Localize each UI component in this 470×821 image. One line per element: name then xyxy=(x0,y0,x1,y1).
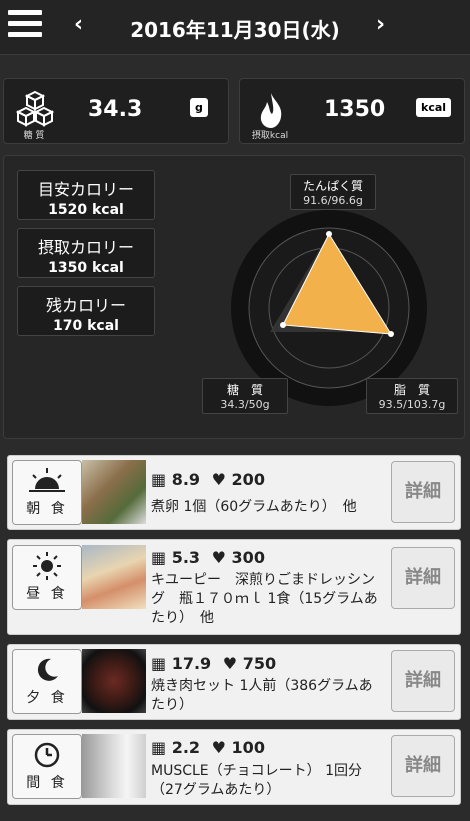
cube-stack-icon: ▦ xyxy=(151,548,167,567)
dinner-photo xyxy=(82,649,146,713)
meal-row-dinner: 夕 食 ▦ 17.9 ♥ 750 焼き肉セット 1人前（386グラムあたり） 詳… xyxy=(7,644,461,720)
lunch-button[interactable]: 昼 食 xyxy=(12,545,82,610)
chevron-right-icon[interactable]: › xyxy=(376,12,385,37)
date-title: 2016年11月30日(水) xyxy=(130,18,340,42)
carb-summary: 糖 質 34.3 g xyxy=(3,78,229,144)
lunch-detail-button[interactable]: 詳細 xyxy=(391,547,455,609)
target-calorie-value: 1520 kcal xyxy=(48,202,124,218)
sunrise-icon xyxy=(29,468,65,492)
lunch-kcal: 300 xyxy=(231,548,265,567)
chevron-left-icon[interactable]: ‹ xyxy=(74,12,83,37)
intake-summary: 摂取kcal 1350 kcal xyxy=(239,78,465,144)
dinner-kcal: 750 xyxy=(242,654,277,673)
snack-stats: ▦ 2.2 ♥ 100 xyxy=(151,737,265,757)
lunch-carb: 5.3 xyxy=(171,548,201,567)
breakfast-carb: 8.9 xyxy=(171,470,201,489)
intake-unit: kcal xyxy=(416,98,452,117)
carb-radar-label: 糖 質 xyxy=(226,383,263,397)
snack-kcal: 100 xyxy=(231,738,265,757)
remaining-calorie-value: 170 kcal xyxy=(53,318,119,334)
snack-button[interactable]: 間 食 xyxy=(12,734,82,799)
lunch-label: 昼 食 xyxy=(26,586,68,602)
intake-value: 1350 xyxy=(324,97,386,122)
intake-calorie-label: 摂取カロリー xyxy=(37,238,134,257)
fat-label: 脂 質 xyxy=(393,383,430,397)
dinner-button[interactable]: 夕 食 xyxy=(12,649,82,714)
remaining-calorie-card: 残カロリー 170 kcal xyxy=(17,286,155,336)
intake-label: 摂取kcal xyxy=(251,131,289,141)
protein-label-box: たんぱく質 91.6/96.6g xyxy=(290,174,376,210)
intake-calorie-value: 1350 kcal xyxy=(48,260,124,276)
snack-carb: 2.2 xyxy=(171,738,201,757)
carb-radar-label-box: 糖 質 34.3/50g xyxy=(202,378,288,414)
snack-detail-button[interactable]: 詳細 xyxy=(391,735,455,797)
dinner-stats: ▦ 17.9 ♥ 750 xyxy=(151,653,276,673)
fat-value: 93.5/103.7g xyxy=(378,398,446,411)
lunch-photo xyxy=(82,545,146,609)
breakfast-label: 朝 食 xyxy=(26,501,68,517)
meal-row-snack: 間 食 ▦ 2.2 ♥ 100 MUSCLE（チョコレート） 1回分（27グラム… xyxy=(7,729,461,805)
snack-label: 間 食 xyxy=(26,775,68,791)
flame-icon: ♥ xyxy=(222,654,238,673)
radar-protein-point xyxy=(326,231,332,237)
remaining-calorie-label: 残カロリー xyxy=(45,296,126,315)
snack-photo xyxy=(82,734,146,798)
dinner-carb: 17.9 xyxy=(171,654,212,673)
moon-icon xyxy=(37,658,58,681)
target-calorie-label: 目安カロリー xyxy=(37,180,134,199)
breakfast-stats: ▦ 8.9 ♥ 200 xyxy=(151,469,265,489)
radar-fat-point xyxy=(388,331,394,337)
nutrition-panel: 目安カロリー 1520 kcal 摂取カロリー 1350 kcal 残カロリー … xyxy=(3,155,465,439)
meal-row-lunch: 昼 食 ▦ 5.3 ♥ 300 キユーピー 深煎りごまドレッシング 瓶１７０ｍｌ… xyxy=(7,539,461,635)
breakfast-photo xyxy=(82,460,146,524)
dinner-label: 夕 食 xyxy=(26,690,68,706)
flame-icon: ♥ xyxy=(211,548,226,567)
breakfast-desc: 煮卵 1個（60グラムあたり） 他 xyxy=(151,499,357,515)
lunch-stats: ▦ 5.3 ♥ 300 xyxy=(151,547,265,567)
meal-row-breakfast: 朝 食 ▦ 8.9 ♥ 200 煮卵 1個（60グラムあたり） 他 詳細 xyxy=(7,455,461,530)
cube-stack-icon: ▦ xyxy=(151,738,167,757)
intake-calorie-card: 摂取カロリー 1350 kcal xyxy=(17,228,155,278)
sun-icon xyxy=(33,552,61,580)
fat-label-box: 脂 質 93.5/103.7g xyxy=(366,378,458,414)
breakfast-button[interactable]: 朝 食 xyxy=(12,460,82,525)
carb-radar-value: 34.3/50g xyxy=(220,398,270,411)
breakfast-detail-button[interactable]: 詳細 xyxy=(391,461,455,523)
lunch-desc: キユーピー 深煎りごまドレッシング 瓶１７０ｍｌ 1食（15グラムあたり） 他 xyxy=(151,572,378,626)
clock-icon xyxy=(34,742,60,768)
carb-unit: g xyxy=(190,98,208,117)
protein-label: たんぱく質 xyxy=(302,179,363,193)
cube-stack-icon: ▦ xyxy=(151,470,167,489)
carb-label: 糖 質 xyxy=(23,131,45,141)
radar-carb-point xyxy=(280,322,286,328)
hamburger-menu-icon[interactable] xyxy=(8,10,42,42)
breakfast-kcal: 200 xyxy=(231,470,265,489)
cube-stack-icon: ▦ xyxy=(151,654,167,673)
target-calorie-card: 目安カロリー 1520 kcal xyxy=(17,170,155,220)
dinner-detail-button[interactable]: 詳細 xyxy=(391,650,455,712)
carb-value: 34.3 xyxy=(88,97,143,122)
app-header: ‹ 2016年11月30日(水) › xyxy=(0,0,470,55)
flame-icon: ♥ xyxy=(211,738,226,757)
dinner-desc: 焼き肉セット 1人前（386グラムあたり） xyxy=(151,678,373,713)
flame-icon: ♥ xyxy=(211,470,226,489)
snack-desc: MUSCLE（チョコレート） 1回分（27グラムあたり） xyxy=(151,763,362,798)
protein-value: 91.6/96.6g xyxy=(303,194,363,207)
